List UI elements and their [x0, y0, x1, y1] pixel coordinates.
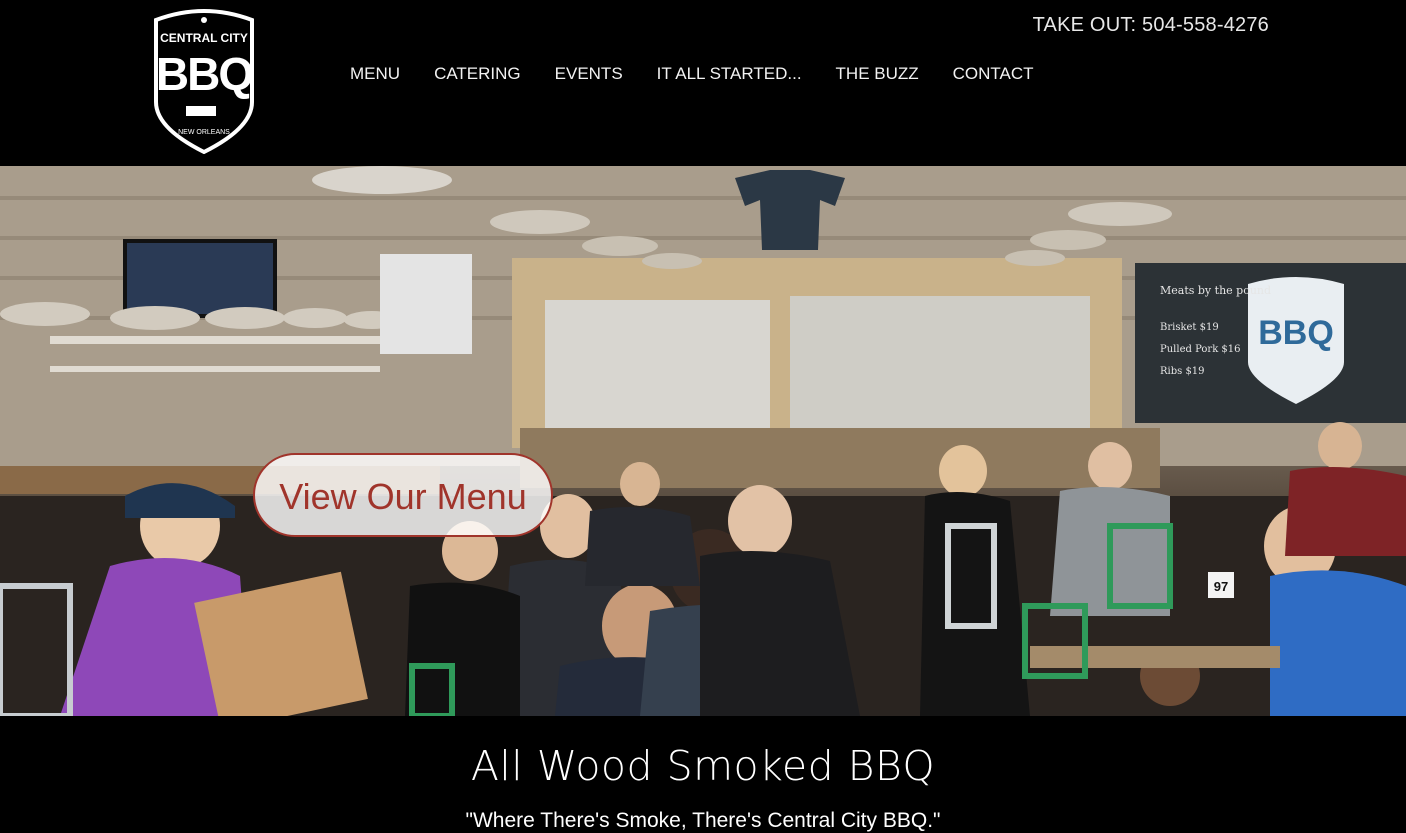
central-city-bbq-logo[interactable]: CENTRAL CITY BBQ NEW ORLEANS — [150, 6, 258, 154]
site-header: CENTRAL CITY BBQ NEW ORLEANS TAKE OUT: 5… — [0, 0, 1406, 166]
nav-item-menu[interactable]: MENU — [333, 62, 417, 86]
logo-main-text: BBQ — [156, 48, 252, 100]
main-nav: MENU CATERING EVENTS IT ALL STARTED... T… — [333, 62, 1051, 86]
nav-item-it-all-started[interactable]: IT ALL STARTED... — [640, 62, 819, 86]
chalkboard-logo-text: BBQ — [1258, 314, 1334, 352]
nav-item-contact[interactable]: CONTACT — [936, 62, 1051, 86]
tagline-quote: "Where There's Smoke, There's Central Ci… — [465, 809, 941, 832]
logo-top-text: CENTRAL CITY — [160, 31, 248, 45]
pig-icon — [186, 106, 216, 116]
hero-banner: BBQ Meats by the pound Brisket $19 Pulle… — [0, 166, 1406, 716]
chalkboard-line-1: Brisket $19 — [1160, 322, 1219, 333]
takeout-phone[interactable]: TAKE OUT: 504-558-4276 — [1033, 14, 1269, 37]
nav-item-the-buzz[interactable]: THE BUZZ — [819, 62, 936, 86]
view-menu-button[interactable]: View Our Menu — [253, 453, 553, 537]
chalkboard-line-3: Ribs $19 — [1160, 366, 1205, 377]
restaurant-interior-photo: BBQ Meats by the pound Brisket $19 Pulle… — [0, 166, 1406, 716]
chalkboard-heading: Meats by the pound — [1160, 284, 1271, 297]
nav-item-catering[interactable]: CATERING — [417, 62, 538, 86]
tagline-title: All Wood Smoked BBQ — [470, 742, 936, 790]
logo-bottom-text: NEW ORLEANS — [178, 129, 230, 136]
nav-item-events[interactable]: EVENTS — [538, 62, 640, 86]
table-number-sign: 97 — [1214, 579, 1228, 594]
chalkboard-line-2: Pulled Pork $16 — [1160, 344, 1241, 355]
